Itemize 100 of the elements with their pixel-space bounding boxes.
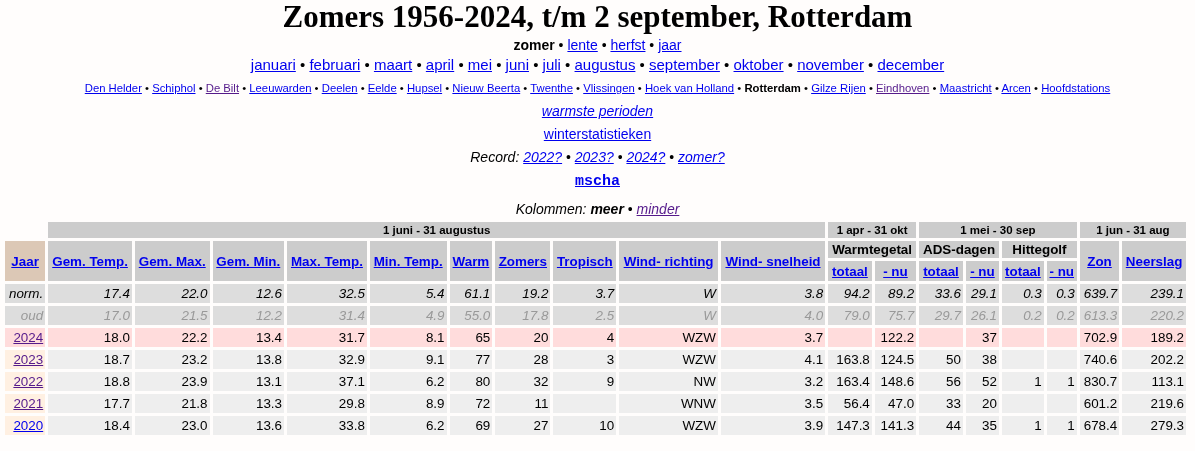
column-link[interactable]: totaal xyxy=(923,263,959,279)
station-link[interactable]: Deelen xyxy=(321,82,358,94)
bullet-separator: • xyxy=(617,149,623,165)
station-link[interactable]: Twenthe xyxy=(530,82,573,94)
month-link[interactable]: februari xyxy=(309,56,361,73)
record-link[interactable]: 2023? xyxy=(574,149,614,165)
bullet-separator: • xyxy=(300,56,306,73)
station-link[interactable]: Hoofdstations xyxy=(1041,82,1111,94)
record-link[interactable]: 2022? xyxy=(523,149,563,165)
station-link[interactable]: Hupsel xyxy=(406,82,443,94)
table-cell: 141.3 xyxy=(874,416,917,435)
record-link[interactable]: 2024? xyxy=(626,149,666,165)
table-cell: 702.9 xyxy=(1079,328,1120,347)
row-label: norm. xyxy=(5,284,46,303)
table-cell: 17.8 xyxy=(495,306,551,325)
bullet-separator: • xyxy=(576,82,581,94)
column-link[interactable]: Zon xyxy=(1087,253,1112,269)
column-link[interactable]: Zomers xyxy=(498,253,547,269)
warmest-periods-link[interactable]: warmste perioden xyxy=(541,103,654,119)
bullet-separator: • xyxy=(565,56,571,73)
station-link[interactable]: Nieuw Beerta xyxy=(452,82,521,94)
column-link[interactable]: - nu xyxy=(970,263,995,279)
table-cell: 22.0 xyxy=(134,284,210,303)
bullet-separator: • xyxy=(637,82,642,94)
winter-statistics-link[interactable]: winterstatistieken xyxy=(543,126,652,142)
table-cell: 0.2 xyxy=(1002,306,1044,325)
table-cell: 1 xyxy=(1046,416,1077,435)
column-link[interactable]: Warm xyxy=(452,253,490,269)
table-cell: 124.5 xyxy=(874,350,917,369)
column-link[interactable]: Wind- richting xyxy=(623,253,714,269)
bullet-separator: • xyxy=(458,56,464,73)
table-cell: 4.1 xyxy=(720,350,826,369)
column-link[interactable]: Gem. Temp. xyxy=(52,253,128,269)
season-link[interactable]: jaar xyxy=(658,37,682,53)
bullet-separator: • xyxy=(994,82,999,94)
column-link[interactable]: Wind- snelheid xyxy=(725,253,821,269)
author-link[interactable]: mscha xyxy=(575,173,620,190)
table-cell: 29.7 xyxy=(919,306,963,325)
bullet-separator: • xyxy=(364,56,370,73)
table-cell: 0.3 xyxy=(1002,284,1044,303)
table-cell: 17.4 xyxy=(48,284,132,303)
column-link[interactable]: Tropisch xyxy=(556,253,613,269)
station-link[interactable]: Maastricht xyxy=(939,82,992,94)
columns-link[interactable]: minder xyxy=(636,201,680,217)
table-cell: 75.7 xyxy=(874,306,917,325)
table-cell: WZW xyxy=(619,350,718,369)
column-link[interactable]: Max. Temp. xyxy=(290,253,363,269)
table-cell: 8.1 xyxy=(369,328,447,347)
station-link[interactable]: Schiphol xyxy=(152,82,196,94)
year-link[interactable]: 2022 xyxy=(13,374,44,389)
table-cell: 1 xyxy=(1002,372,1044,391)
station-link[interactable]: Arcen xyxy=(1001,82,1031,94)
year-link[interactable]: 2020 xyxy=(13,418,44,433)
month-link[interactable]: november xyxy=(797,56,864,73)
month-link[interactable]: januari xyxy=(250,56,296,73)
month-link[interactable]: december xyxy=(877,56,945,73)
record-link[interactable]: zomer? xyxy=(678,149,725,165)
table-cell: 29.1 xyxy=(965,284,999,303)
column-link[interactable]: totaal xyxy=(1005,263,1041,279)
season-link[interactable]: herfst xyxy=(610,37,646,53)
month-link[interactable]: mei xyxy=(467,56,492,73)
station-link[interactable]: Vlissingen xyxy=(583,82,635,94)
station-link[interactable]: De Bilt xyxy=(205,82,240,94)
month-link[interactable]: april xyxy=(425,56,455,73)
table-cell: 740.6 xyxy=(1079,350,1120,369)
station-link[interactable]: Den Helder xyxy=(84,82,142,94)
month-link[interactable]: september xyxy=(649,56,720,73)
season-link[interactable]: lente xyxy=(567,37,598,53)
columns-option: meer xyxy=(590,201,624,217)
column-link[interactable]: Min. Temp. xyxy=(373,253,443,269)
year-link[interactable]: 2021 xyxy=(13,396,44,411)
station-link[interactable]: Eelde xyxy=(367,82,397,94)
table-cell: 9 xyxy=(553,372,617,391)
column-link[interactable]: Neerslag xyxy=(1125,253,1183,269)
table-cell: 4.0 xyxy=(720,306,826,325)
bullet-separator: • xyxy=(1034,82,1038,94)
year-link[interactable]: 2023 xyxy=(13,352,44,367)
month-link[interactable]: juli xyxy=(542,56,561,73)
month-link[interactable]: juni xyxy=(505,56,529,73)
table-cell: 19.2 xyxy=(495,284,551,303)
table-cell: 2.5 xyxy=(553,306,617,325)
table-cell: 20 xyxy=(495,328,551,347)
station-link[interactable]: Leeuwarden xyxy=(249,82,312,94)
table-cell: 148.6 xyxy=(874,372,917,391)
column-link[interactable]: - nu xyxy=(883,263,908,279)
station-link[interactable]: Hoek van Holland xyxy=(644,82,735,94)
month-link[interactable]: oktober xyxy=(733,56,784,73)
column-link[interactable]: Jaar xyxy=(11,253,39,269)
month-link[interactable]: augustus xyxy=(574,56,636,73)
year-link[interactable]: 2024 xyxy=(13,330,44,345)
column-link[interactable]: - nu xyxy=(1049,263,1075,279)
table-cell: 33 xyxy=(919,394,963,413)
station-link[interactable]: Gilze Rijen xyxy=(811,82,866,94)
column-link[interactable]: Gem. Min. xyxy=(216,253,281,269)
station-link[interactable]: Eindhoven xyxy=(876,82,930,94)
column-link[interactable]: totaal xyxy=(832,263,868,279)
table-cell: 79.0 xyxy=(828,306,872,325)
table-cell: 9.1 xyxy=(369,350,447,369)
month-link[interactable]: maart xyxy=(373,56,413,73)
column-link[interactable]: Gem. Max. xyxy=(138,253,206,269)
